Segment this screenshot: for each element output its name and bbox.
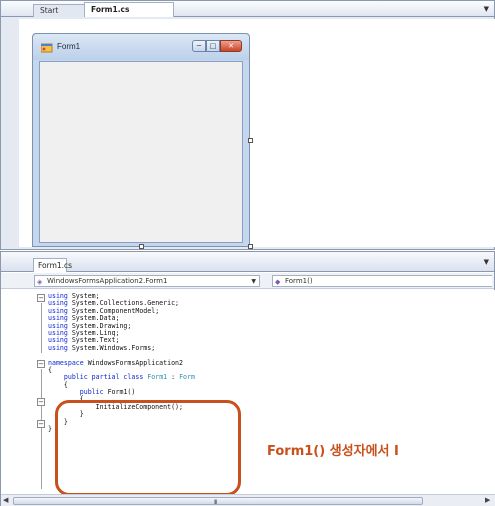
minimize-button[interactable]: ─ [192,40,206,52]
form1-client-area[interactable] [39,61,243,243]
tab-dropdown-icon[interactable]: ▼ [484,5,489,13]
navigation-bar: ◈ WindowsFormsApplication2.Form1 ▼ ◆ For… [1,273,494,289]
scrollbar-grip: III [214,499,217,506]
tab-form1-cs[interactable]: Form1.cs [33,258,72,272]
code-token: WindowsFormsApplication2 [83,358,183,367]
annotation-text: Form1() 생성자에서 I [267,444,399,459]
form1-title: Form1 [57,42,81,51]
code-pane: Form1.cs ▼ ◈ WindowsFormsApplication2.Fo… [0,251,495,506]
scrollbar-thumb[interactable]: III [13,497,423,506]
collapse-usings-icon[interactable]: − [37,294,45,302]
code-token: Form1 [147,373,168,382]
code-line[interactable]: namespace WindowsFormsApplication2 [48,358,195,367]
scroll-left-icon[interactable]: ◀ [3,496,8,504]
code-line[interactable]: using System.Windows.Forms; [48,343,195,352]
tab-start-page[interactable]: Start Page [33,4,85,27]
collapse-class-icon[interactable]: − [37,398,45,406]
member-combo[interactable]: ◆ Form1() [272,275,492,287]
code-token: namespace [48,358,84,367]
code-token: using [48,343,68,352]
code-tabstrip: Form1.cs ▼ [1,252,494,272]
code-tab-dropdown-icon[interactable]: ▼ [484,258,489,266]
code-token: } [48,425,52,434]
resize-grip-right[interactable] [248,138,253,143]
dropdown-arrow-icon[interactable]: ▼ [251,276,256,287]
outline-line [41,303,42,353]
code-token: public partial class [63,373,144,382]
class-combo[interactable]: ◈ WindowsFormsApplication2.Form1 ▼ [34,275,260,287]
form1-caption-bar[interactable]: Form1 ─ □ ✕ [33,34,249,60]
class-combo-value: WindowsFormsApplication2.Form1 [47,277,168,285]
form-icon [41,43,53,53]
outlining-margin: − − − − [36,294,48,490]
collapse-namespace-icon[interactable]: − [37,360,45,368]
form1-window[interactable]: Form1 ─ □ ✕ [32,33,250,247]
code-token: Form1() [103,388,136,397]
scroll-right-icon[interactable]: ▶ [485,496,490,504]
member-combo-value: Form1() [285,277,313,285]
code-line[interactable]: public partial class Form1 : Form [48,374,195,381]
outline-line [41,369,42,489]
design-surface[interactable]: Form1 ─ □ ✕ [19,19,495,249]
designer-pane: Start Page Form1.cs [Design] ▼ Form1 ─ □… [0,0,495,250]
tab-form1-design[interactable]: Form1.cs [Design] [84,2,174,28]
maximize-button[interactable]: □ [206,40,220,52]
resize-grip-bottom[interactable] [139,244,144,249]
class-icon: ◈ [37,278,43,286]
caption-buttons: ─ □ ✕ [192,40,242,52]
code-token: : [167,373,180,382]
resize-grip-corner[interactable] [248,244,253,249]
code-token: System.Windows.Forms; [67,343,156,352]
document-tabstrip: Start Page Form1.cs [Design] ▼ [1,1,494,28]
horizontal-scrollbar[interactable]: ◀ III ▶ [1,494,495,506]
method-icon: ◆ [275,278,281,286]
highlight-box [55,400,241,496]
collapse-method-icon[interactable]: − [37,420,45,428]
code-token: Form [179,373,195,382]
close-button[interactable]: ✕ [220,40,242,52]
